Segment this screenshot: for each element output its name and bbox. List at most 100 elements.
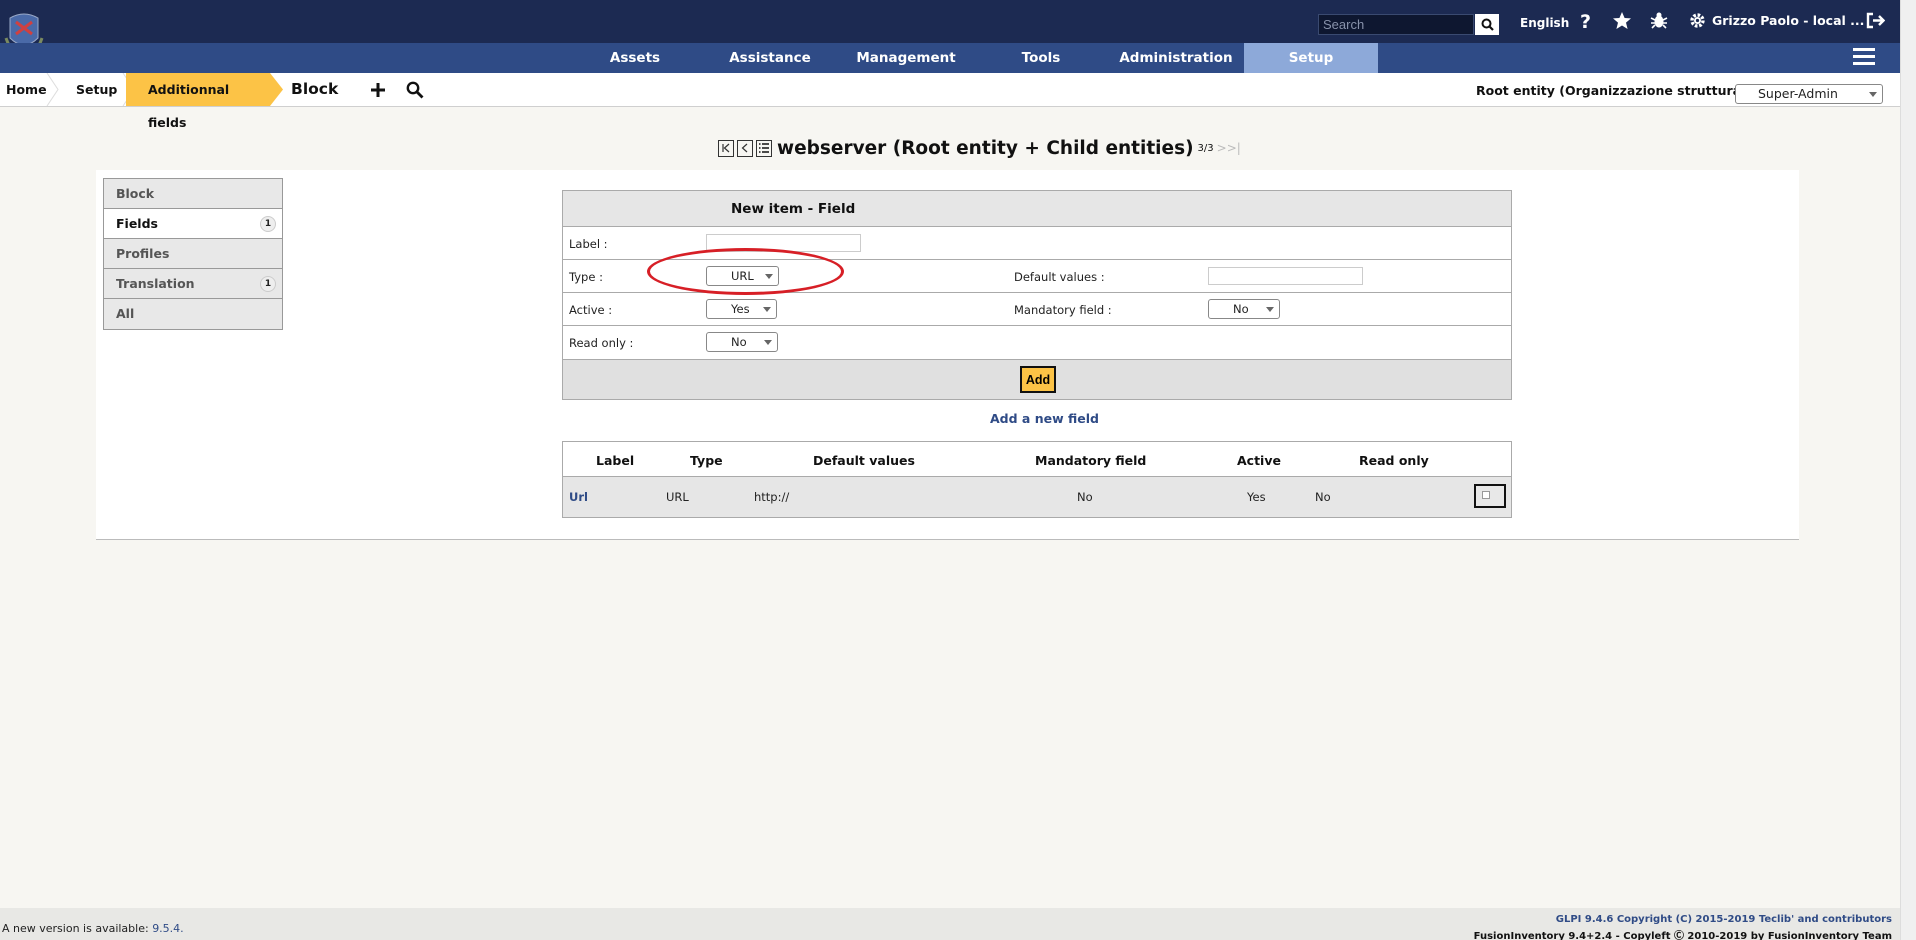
list-view-button[interactable] — [756, 139, 772, 157]
add-new-field-link[interactable]: Add a new field — [990, 411, 1099, 426]
column-header[interactable]: Type — [690, 453, 723, 468]
help-icon[interactable]: ? — [1580, 11, 1591, 33]
active-select-value: Yes — [731, 302, 750, 316]
fusioninventory-copyright: FusionInventory 9.4+2.4 - Copyleft Ⓒ 201… — [1473, 931, 1892, 940]
menu-assistance[interactable]: Assistance — [726, 43, 814, 73]
tab-all[interactable]: All — [104, 299, 282, 329]
entity-label[interactable]: Root entity (Organizzazione struttura) — [1476, 83, 1747, 98]
form-row-active: Active : Yes Mandatory field : No — [563, 293, 1511, 326]
tab-fields[interactable]: Fields 1 — [104, 209, 282, 239]
new-version-notice: A new version is available: 9.5.4. — [2, 922, 184, 935]
breadcrumb-setup[interactable]: Setup — [76, 73, 117, 106]
mandatory-select[interactable]: No — [1208, 299, 1280, 319]
chevron-down-icon — [1266, 307, 1274, 312]
profile-select-value: Super-Admin — [1758, 86, 1838, 101]
previous-item-button[interactable] — [737, 139, 753, 157]
readonly-select-value: No — [731, 335, 747, 349]
breadcrumb-arrow-icon — [270, 73, 283, 106]
readonly-field-label: Read only : — [569, 336, 634, 350]
add-icon[interactable] — [370, 82, 386, 98]
vertical-scrollbar[interactable] — [1900, 0, 1916, 940]
count-badge: 1 — [260, 276, 276, 292]
column-header[interactable]: Label — [596, 453, 634, 468]
first-item-button[interactable] — [718, 139, 734, 157]
new-field-form: New item - Field Label : Type : URL Defa… — [562, 190, 1512, 400]
search-input[interactable] — [1318, 14, 1474, 35]
search-button[interactable] — [1475, 14, 1499, 35]
page-title-row: webserver (Root entity + Child entities)… — [718, 136, 1241, 160]
breadcrumb-additional-fields[interactable]: Additionnal fields — [126, 73, 270, 130]
logout-icon[interactable] — [1866, 12, 1885, 29]
previous-icon — [741, 143, 748, 153]
mandatory-select-value: No — [1233, 302, 1249, 316]
menu-setup[interactable]: Setup — [1244, 43, 1378, 73]
column-header[interactable]: Mandatory field — [1035, 453, 1146, 468]
form-row-label: Label : — [563, 227, 1511, 260]
type-select[interactable]: URL — [706, 266, 779, 286]
row-default: http:// — [754, 490, 790, 504]
chevron-down-icon — [764, 340, 772, 345]
star-icon[interactable] — [1612, 11, 1632, 30]
chevron-down-icon — [765, 274, 773, 279]
new-version-text: A new version is available: — [2, 922, 153, 935]
breadcrumb-separator-icon — [46, 73, 59, 106]
breadcrumb-current: Block — [291, 80, 339, 98]
form-footer: Add — [563, 359, 1511, 399]
next-item-icon[interactable]: >>| — [1217, 141, 1241, 155]
breadcrumb: Home Setup Additionnal fields Block Root… — [0, 73, 1900, 130]
tab-profiles[interactable]: Profiles — [104, 239, 282, 269]
profile-select[interactable]: Super-Admin — [1735, 84, 1883, 104]
user-name[interactable]: Grizzo Paolo - local ... — [1712, 13, 1864, 28]
readonly-select[interactable]: No — [706, 332, 778, 352]
language-selector[interactable]: English — [1520, 16, 1569, 30]
chevron-down-icon — [763, 307, 771, 312]
tab-list: Block Fields 1 Profiles Translation 1 All — [103, 178, 283, 330]
form-row-readonly: Read only : No — [563, 326, 1511, 359]
page-count: 3/3 — [1197, 142, 1214, 154]
type-select-value: URL — [731, 269, 754, 283]
form-header: New item - Field — [563, 191, 1511, 227]
gear-icon[interactable] — [1689, 12, 1706, 29]
label-input[interactable] — [706, 234, 861, 252]
row-label-link[interactable]: Url — [569, 490, 588, 504]
tab-label: Translation — [116, 276, 195, 291]
default-values-label: Default values : — [1014, 270, 1105, 284]
column-header[interactable]: Active — [1237, 453, 1281, 468]
tab-label: Profiles — [116, 246, 170, 261]
row-mandatory: No — [1077, 490, 1093, 504]
column-header[interactable]: Read only — [1359, 453, 1429, 468]
new-version-link[interactable]: 9.5.4. — [152, 922, 184, 935]
fields-table: Label Type Default values Mandatory fiel… — [562, 441, 1512, 518]
breadcrumb-home[interactable]: Home — [6, 73, 47, 106]
row-readonly: No — [1315, 490, 1331, 504]
bug-icon[interactable] — [1650, 11, 1668, 29]
search-icon[interactable] — [406, 81, 424, 99]
top-bar: English ? Grizzo Paolo - local ... — [0, 0, 1900, 60]
main-menu: Assets Assistance Management Tools Admin… — [0, 43, 1900, 73]
type-field-label: Type : — [569, 270, 603, 284]
menu-tools[interactable]: Tools — [1010, 43, 1072, 73]
default-values-input[interactable] — [1208, 267, 1363, 285]
menu-administration[interactable]: Administration — [1114, 43, 1238, 73]
column-header[interactable]: Default values — [813, 453, 915, 468]
active-field-label: Active : — [569, 303, 613, 317]
tab-label: Block — [116, 186, 155, 201]
menu-assets[interactable]: Assets — [596, 43, 674, 73]
menu-management[interactable]: Management — [852, 43, 960, 73]
hamburger-menu-icon[interactable] — [1853, 48, 1875, 68]
table-row: Url URL http:// No Yes No — [563, 477, 1511, 517]
add-button[interactable]: Add — [1020, 366, 1056, 393]
list-icon — [759, 143, 769, 153]
tab-translation[interactable]: Translation 1 — [104, 269, 282, 299]
glpi-copyright[interactable]: GLPI 9.4.6 Copyright (C) 2015-2019 Tecli… — [1556, 914, 1892, 925]
first-icon — [722, 143, 730, 153]
mandatory-field-label: Mandatory field : — [1014, 303, 1112, 317]
row-select-checkbox[interactable] — [1474, 484, 1506, 508]
form-title: New item - Field — [731, 201, 856, 217]
tab-block[interactable]: Block — [104, 179, 282, 209]
active-select[interactable]: Yes — [706, 299, 777, 319]
tab-label: Fields — [116, 216, 158, 231]
count-badge: 1 — [260, 216, 276, 232]
row-active: Yes — [1247, 490, 1266, 504]
page-title: webserver (Root entity + Child entities) — [777, 137, 1194, 159]
